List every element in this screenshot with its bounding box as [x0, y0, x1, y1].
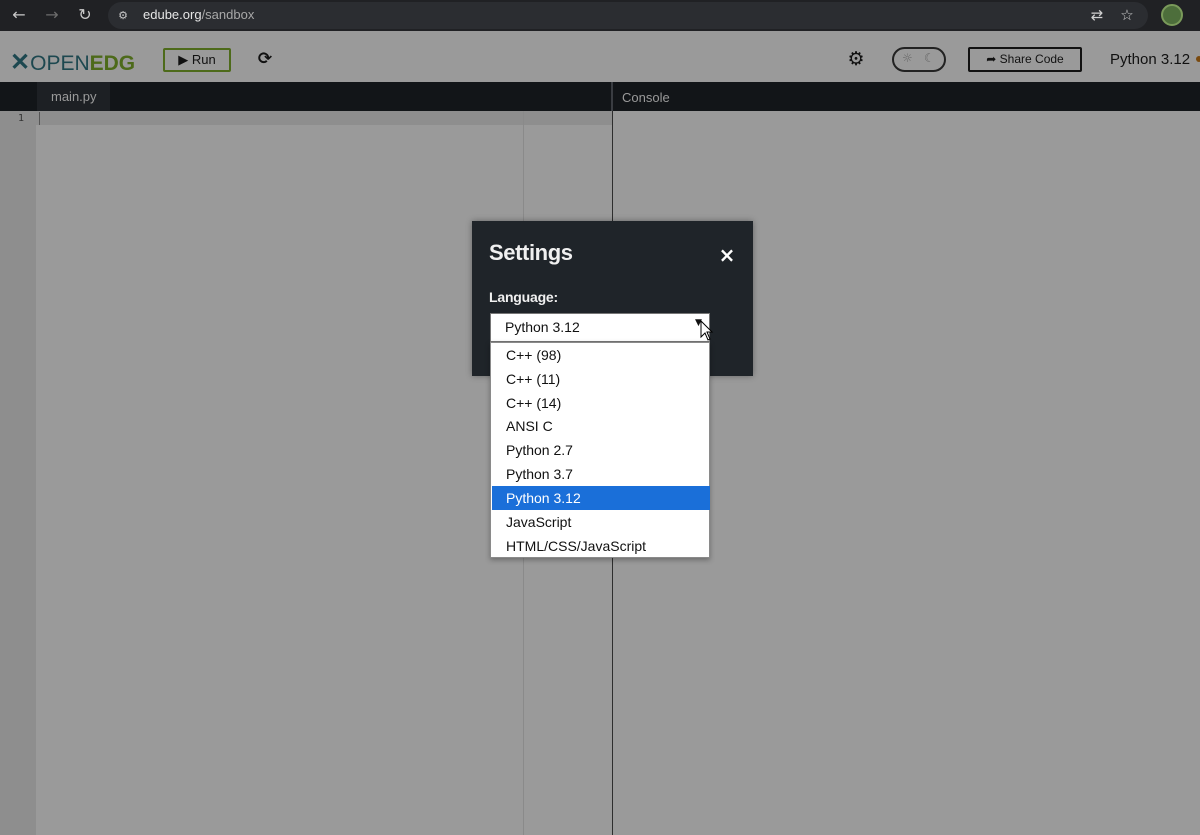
address-bar[interactable]	[108, 2, 1148, 29]
openedg-logo[interactable]: ✕OPENEDG	[10, 48, 135, 77]
run-button[interactable]: ▶ Run	[163, 48, 231, 72]
reset-icon[interactable]: ⟳	[255, 49, 275, 69]
current-language[interactable]: Python 3.12	[1110, 51, 1190, 68]
close-icon[interactable]: ×	[716, 244, 738, 266]
sun-icon: ☼	[902, 51, 913, 65]
editor-gutter	[0, 111, 36, 835]
text-cursor	[39, 112, 40, 125]
language-label: Language:	[489, 289, 558, 305]
line-number: 1	[17, 113, 24, 124]
back-arrow-icon[interactable]: ←	[8, 5, 30, 25]
language-indicator	[1196, 56, 1200, 62]
settings-gear-icon[interactable]: ⚙	[845, 48, 867, 70]
option-cpp11[interactable]: C++ (11)	[492, 367, 710, 391]
option-python37[interactable]: Python 3.7	[492, 462, 710, 486]
logo-mark-icon: ✕	[10, 49, 31, 76]
url-text[interactable]: edube.org/sandbox	[143, 7, 254, 22]
option-cpp14[interactable]: C++ (14)	[492, 391, 710, 415]
forward-arrow-icon[interactable]: →	[41, 5, 63, 25]
reload-icon[interactable]: ↻	[74, 5, 96, 25]
share-arrow-icon: ➦	[986, 52, 997, 66]
option-cpp98[interactable]: C++ (98)	[492, 343, 710, 367]
language-dropdown: C++ (98) C++ (11) C++ (14) ANSI C Python…	[490, 342, 710, 558]
option-python312[interactable]: Python 3.12	[492, 486, 710, 510]
language-select-value: Python 3.12	[505, 319, 580, 335]
pane-tabbar	[0, 82, 1200, 111]
tab-console[interactable]: Console	[622, 82, 670, 111]
option-html-css-js[interactable]: HTML/CSS/JavaScript	[492, 534, 710, 558]
share-code-button[interactable]: ➦ Share Code	[968, 47, 1082, 72]
option-python27[interactable]: Python 2.7	[492, 438, 710, 462]
option-javascript[interactable]: JavaScript	[492, 510, 710, 534]
mouse-pointer-icon	[700, 320, 714, 341]
translate-icon[interactable]: ⇄	[1087, 5, 1107, 25]
bookmark-star-icon[interactable]: ☆	[1117, 5, 1137, 25]
profile-avatar[interactable]	[1161, 4, 1183, 26]
tab-main-py[interactable]: main.py	[37, 82, 110, 111]
modal-title: Settings	[489, 240, 573, 265]
theme-toggle[interactable]: ☼ ☾	[892, 47, 946, 72]
site-settings-icon[interactable]: ⚙	[113, 6, 133, 25]
code-editor[interactable]	[36, 111, 612, 125]
moon-icon: ☾	[924, 51, 935, 65]
pane-divider-top	[611, 82, 613, 111]
option-ansi-c[interactable]: ANSI C	[492, 414, 710, 438]
